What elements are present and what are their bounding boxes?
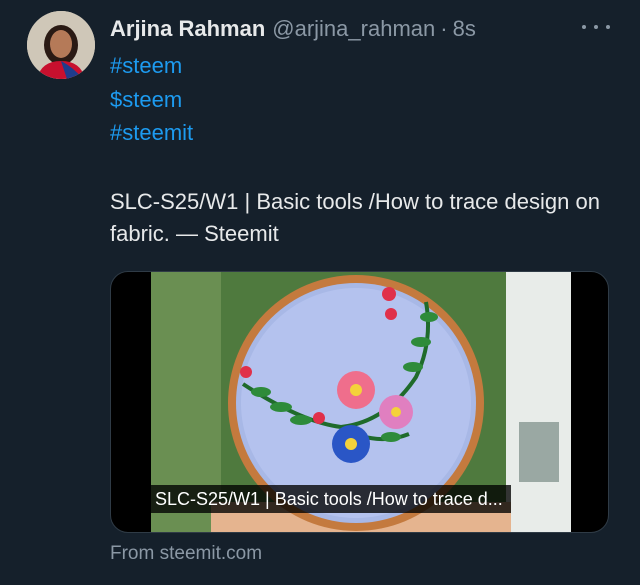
more-dot: [594, 25, 598, 29]
author-handle[interactable]: @arjina_rahman: [272, 14, 435, 44]
hashtag-link[interactable]: #steem: [110, 51, 182, 81]
more-dot: [606, 25, 610, 29]
author-name[interactable]: Arjina Rahman: [110, 14, 265, 44]
tweet: Arjina Rahman @arjina_rahman · 8s #steem…: [0, 0, 640, 585]
more-icon[interactable]: [582, 16, 610, 38]
avatar[interactable]: [27, 11, 95, 79]
timestamp[interactable]: 8s: [453, 14, 476, 44]
cashtag-link[interactable]: $steem: [110, 85, 182, 115]
hashtag-link[interactable]: #steemit: [110, 118, 193, 148]
more-dot: [582, 25, 586, 29]
link-card-source[interactable]: From steemit.com: [110, 541, 262, 567]
separator-dot: ·: [440, 16, 448, 41]
link-card-title: SLC-S25/W1 | Basic tools /How to trace d…: [147, 485, 511, 513]
tweet-header: Arjina Rahman @arjina_rahman · 8s: [110, 14, 476, 44]
link-card[interactable]: SLC-S25/W1 | Basic tools /How to trace d…: [110, 271, 609, 533]
tweet-text: SLC-S25/W1 | Basic tools /How to trace d…: [110, 189, 600, 246]
avatar-photo: [27, 11, 95, 79]
